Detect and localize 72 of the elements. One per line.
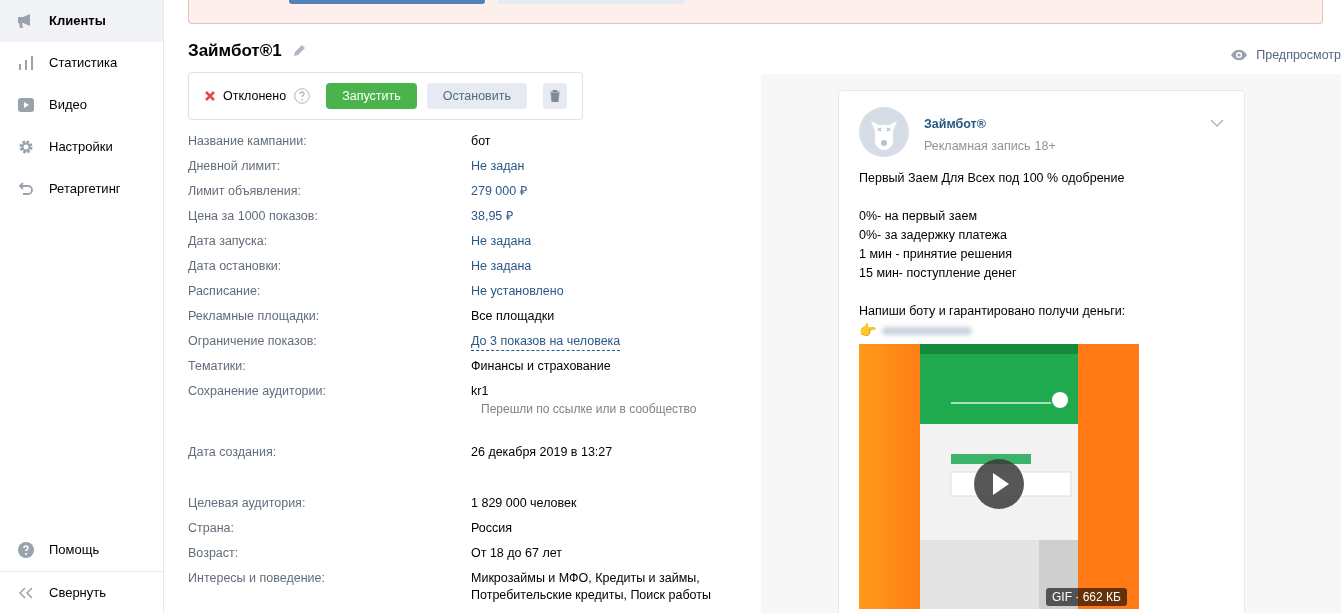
sidebar-item[interactable]: Свернуть <box>0 571 163 613</box>
post-text: 0%- за задержку платежа <box>859 227 1008 244</box>
field-label: Название кампании: <box>188 133 308 150</box>
banner-button[interactable] <box>289 0 485 4</box>
field-value[interactable]: Не задана <box>471 233 532 250</box>
sidebar-item[interactable]: Ретаргетинг <box>0 168 163 210</box>
field-label: Тематики: <box>188 358 247 375</box>
preview-link[interactable]: Предпросмотр <box>1256 45 1341 65</box>
field-label: Целевая аудитория: <box>188 495 307 512</box>
status-label: Отклонено <box>223 87 287 105</box>
field-value: Все площадки <box>471 308 555 325</box>
eye-icon[interactable] <box>1230 49 1249 61</box>
pointing-hand-icon: 👉 <box>859 321 876 340</box>
field-label: Сохранение аудитории: <box>188 383 327 400</box>
bar-chart-icon <box>18 55 34 71</box>
field-value[interactable]: 38,95 ₽ <box>471 208 513 225</box>
delete-button[interactable] <box>542 83 567 109</box>
campaign-title: Займбот®1 <box>188 40 282 63</box>
stop-button[interactable]: Остановить <box>426 83 527 109</box>
field-label: Дата запуска: <box>188 233 269 250</box>
field-value: 1 829 000 человек <box>471 495 577 512</box>
settings-icon <box>18 139 34 155</box>
sidebar-item[interactable]: Клиенты <box>0 0 163 42</box>
play-icon <box>18 98 34 112</box>
return-arrow-icon <box>18 181 34 197</box>
field-label: Цена за 1000 показов: <box>188 208 319 225</box>
double-chevron-icon <box>19 586 33 599</box>
field-value: бот <box>471 133 491 150</box>
post-text: Напиши боту и гарантировано получи деньги: <box>859 303 1127 320</box>
field-value: kr1 <box>471 383 489 400</box>
field-value[interactable]: Не задана <box>471 258 532 275</box>
field-label: Дата создания: <box>188 444 278 461</box>
field-label: Страна: <box>188 520 235 537</box>
field-label: Ограничение показов: <box>188 333 318 350</box>
sidebar-item[interactable]: Статистика <box>0 42 163 84</box>
post-text: 15 мин- поступление денег <box>859 265 1018 282</box>
chevron-down-icon[interactable] <box>1210 119 1224 127</box>
field-value: Микрозаймы и МФО, Кредиты и займы, Потребительские кредиты, Поиск работы <box>471 570 712 604</box>
field-label: Возраст: <box>188 545 240 562</box>
field-label: Лимит объявления: <box>188 183 302 200</box>
avatar-icon <box>859 107 909 157</box>
field-value[interactable]: 279 000 ₽ <box>471 183 527 200</box>
trash-icon <box>549 90 560 102</box>
field-label: Расписание: <box>188 283 262 300</box>
post-text: Первый Заем Для Всех под 100 % одобрение <box>859 170 1126 187</box>
field-label: Интересы и поведение: <box>188 570 326 587</box>
post-text: 0%- на первый заем <box>859 208 978 225</box>
field-value: Финансы и страхование <box>471 358 611 375</box>
field-value: От 18 до 67 лет <box>471 545 562 562</box>
help-icon[interactable] <box>294 88 311 104</box>
cross-icon <box>205 91 215 101</box>
field-value[interactable]: Не установлено <box>471 283 564 300</box>
pencil-icon[interactable] <box>291 44 306 58</box>
sidebar-item[interactable]: Настройки <box>0 126 163 168</box>
post-author[interactable]: Займбот® <box>924 115 1056 134</box>
field-value: Россия <box>471 520 512 537</box>
field-label: Дата остановки: <box>188 258 283 275</box>
age-rating: 18+ <box>1034 137 1056 155</box>
blurred-link-icon <box>882 326 972 335</box>
field-label: Рекламные площадки: <box>188 308 321 325</box>
field-label: Дневной лимит: <box>188 158 282 175</box>
gif-badge: GIF · 662 КБ <box>1046 588 1127 606</box>
help-icon <box>18 542 34 558</box>
post-text: 1 мин - принятие решения <box>859 246 1014 263</box>
sidebar-item[interactable]: Помощь <box>0 529 163 571</box>
field-value: 26 декабря 2019 в 13:27 <box>471 444 613 461</box>
field-value[interactable]: Не задан <box>471 158 525 175</box>
play-button[interactable] <box>974 459 1024 509</box>
sidebar-item[interactable]: Видео <box>0 84 163 126</box>
field-note: Перешли по ссылке или в сообщество <box>481 401 697 418</box>
field-value[interactable]: До 3 показов на человека <box>471 333 621 351</box>
post-subtitle: Рекламная запись <box>924 137 1031 155</box>
